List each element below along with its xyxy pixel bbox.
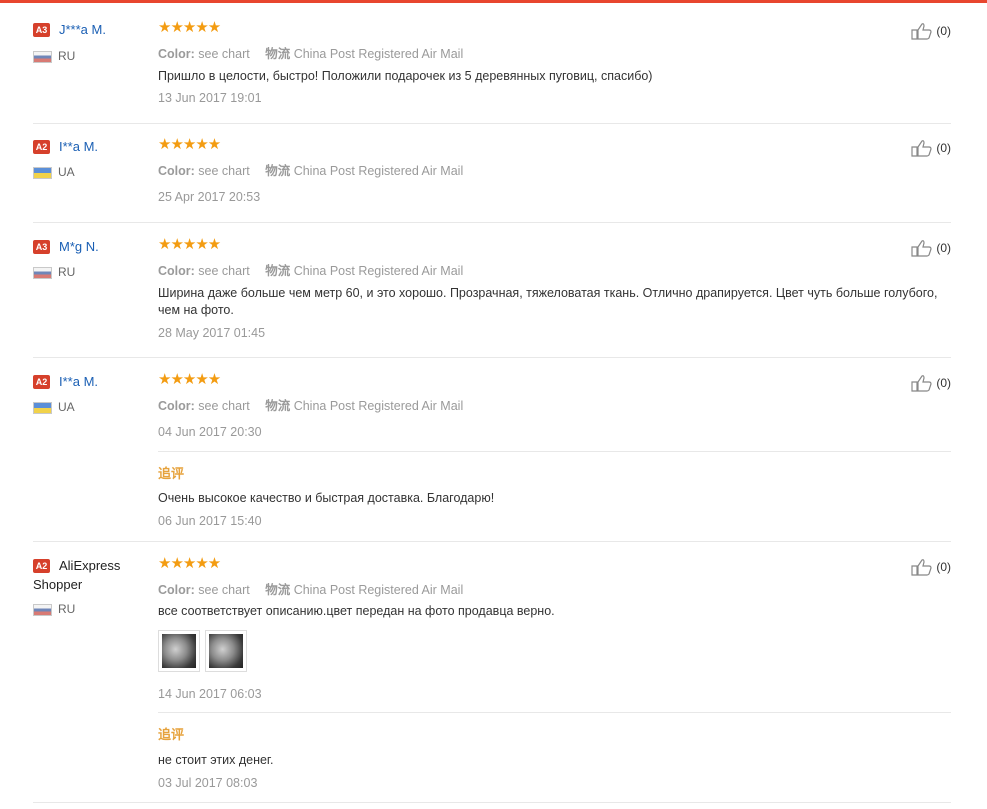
helpful-button[interactable]: (0) bbox=[911, 22, 951, 40]
rating-stars: ★★★★★ bbox=[158, 236, 221, 253]
like-count: (0) bbox=[936, 241, 951, 255]
review-photos bbox=[158, 630, 258, 672]
helpful-button[interactable]: (0) bbox=[911, 239, 951, 257]
additional-review-label: 追评 bbox=[158, 466, 185, 481]
divider bbox=[158, 451, 951, 452]
flag-ru-icon bbox=[33, 51, 52, 63]
shipping-label: 物流 bbox=[265, 264, 291, 278]
shipping-method: China Post Registered Air Mail bbox=[293, 399, 464, 413]
review-date: 13 Jun 2017 19:01 bbox=[158, 91, 262, 105]
review-item: A3 M*g N. RU ★★★★★ Color: see chart 物流 C… bbox=[33, 223, 951, 358]
thumbs-up-icon bbox=[911, 240, 932, 257]
reviewer-name[interactable]: J***a M. bbox=[59, 20, 159, 39]
flag-ru-icon bbox=[33, 604, 52, 616]
helpful-button[interactable]: (0) bbox=[911, 374, 951, 392]
color-label: Color: bbox=[158, 264, 195, 278]
helpful-button[interactable]: (0) bbox=[911, 139, 951, 157]
color-value: see chart bbox=[198, 164, 250, 178]
reviewer-name[interactable]: I**a M. bbox=[59, 372, 159, 391]
shipping-method: China Post Registered Air Mail bbox=[293, 47, 464, 61]
shipping-label: 物流 bbox=[265, 399, 291, 413]
review-photo-thumbnail[interactable] bbox=[205, 630, 247, 672]
buyer-level-badge: A2 bbox=[33, 375, 50, 389]
review-date: 25 Apr 2017 20:53 bbox=[158, 190, 261, 204]
buyer-level-badge: A3 bbox=[33, 240, 50, 254]
review-date: 04 Jun 2017 20:30 bbox=[158, 425, 262, 439]
shipping-label: 物流 bbox=[265, 164, 291, 178]
additional-review-text: не стоит этих денег. bbox=[158, 753, 274, 767]
shipping-method: China Post Registered Air Mail bbox=[293, 583, 464, 597]
review-meta: Color: see chart 物流 China Post Registere… bbox=[158, 579, 463, 598]
review-meta: Color: see chart 物流 China Post Registere… bbox=[158, 160, 463, 179]
review-item: A2 AliExpress Shopper RU ★★★★★ Color: se… bbox=[33, 542, 951, 803]
color-value: see chart bbox=[198, 399, 250, 413]
review-item: A3 J***a M. RU ★★★★★ Color: see chart 物流… bbox=[33, 8, 951, 124]
reviewer-country: RU bbox=[58, 49, 76, 63]
reviewer-country: RU bbox=[58, 602, 76, 616]
review-photo-thumbnail[interactable] bbox=[158, 630, 200, 672]
flag-ru-icon bbox=[33, 267, 52, 279]
shipping-label: 物流 bbox=[265, 583, 291, 597]
rating-stars: ★★★★★ bbox=[158, 555, 221, 572]
shipping-label: 物流 bbox=[265, 47, 291, 61]
thumbs-up-icon bbox=[911, 375, 932, 392]
review-meta: Color: see chart 物流 China Post Registere… bbox=[158, 43, 463, 62]
rating-stars: ★★★★★ bbox=[158, 136, 221, 153]
reviewer-name[interactable]: M*g N. bbox=[59, 237, 159, 256]
divider bbox=[158, 712, 951, 713]
like-count: (0) bbox=[936, 560, 951, 574]
review-meta: Color: see chart 物流 China Post Registere… bbox=[158, 395, 463, 414]
flag-ua-icon bbox=[33, 167, 52, 179]
reviewer-name[interactable]: AliExpress Shopper bbox=[33, 556, 133, 594]
like-count: (0) bbox=[936, 141, 951, 155]
additional-review-date: 03 Jul 2017 08:03 bbox=[158, 776, 258, 790]
color-value: see chart bbox=[198, 47, 250, 61]
color-label: Color: bbox=[158, 399, 195, 413]
reviewer-country: UA bbox=[58, 165, 75, 179]
review-text: Пришло в целости, быстро! Положили подар… bbox=[158, 69, 653, 83]
like-count: (0) bbox=[936, 24, 951, 38]
reviewer-name[interactable]: I**a M. bbox=[59, 137, 159, 156]
shipping-method: China Post Registered Air Mail bbox=[293, 264, 464, 278]
buyer-level-badge: A3 bbox=[33, 23, 50, 37]
reviewer-country: UA bbox=[58, 400, 75, 414]
buyer-level-badge: A2 bbox=[33, 140, 50, 154]
additional-review-text: Очень высокое качество и быстрая доставк… bbox=[158, 491, 495, 505]
thumbs-up-icon bbox=[911, 559, 932, 576]
review-text: все соответствует описанию.цвет передан … bbox=[158, 604, 555, 618]
rating-stars: ★★★★★ bbox=[158, 19, 221, 36]
additional-review-label: 追评 bbox=[158, 727, 185, 742]
color-value: see chart bbox=[198, 583, 250, 597]
color-label: Color: bbox=[158, 47, 195, 61]
color-value: see chart bbox=[198, 264, 250, 278]
helpful-button[interactable]: (0) bbox=[911, 558, 951, 576]
review-item: A2 I**a M. UA ★★★★★ Color: see chart 物流 … bbox=[33, 124, 951, 223]
top-accent-bar bbox=[0, 0, 987, 3]
review-text: Ширина даже больше чем метр 60, и это хо… bbox=[158, 286, 938, 317]
review-item: A2 I**a M. UA ★★★★★ Color: see chart 物流 … bbox=[33, 358, 951, 542]
color-label: Color: bbox=[158, 583, 195, 597]
reviewer-country: RU bbox=[58, 265, 76, 279]
color-label: Color: bbox=[158, 164, 195, 178]
like-count: (0) bbox=[936, 376, 951, 390]
rating-stars: ★★★★★ bbox=[158, 371, 221, 388]
thumbs-up-icon bbox=[911, 23, 932, 40]
thumbs-up-icon bbox=[911, 140, 932, 157]
additional-review-date: 06 Jun 2017 15:40 bbox=[158, 514, 262, 528]
flag-ua-icon bbox=[33, 402, 52, 414]
shipping-method: China Post Registered Air Mail bbox=[293, 164, 464, 178]
review-date: 28 May 2017 01:45 bbox=[158, 326, 266, 340]
review-date: 14 Jun 2017 06:03 bbox=[158, 687, 262, 701]
review-meta: Color: see chart 物流 China Post Registere… bbox=[158, 260, 463, 279]
